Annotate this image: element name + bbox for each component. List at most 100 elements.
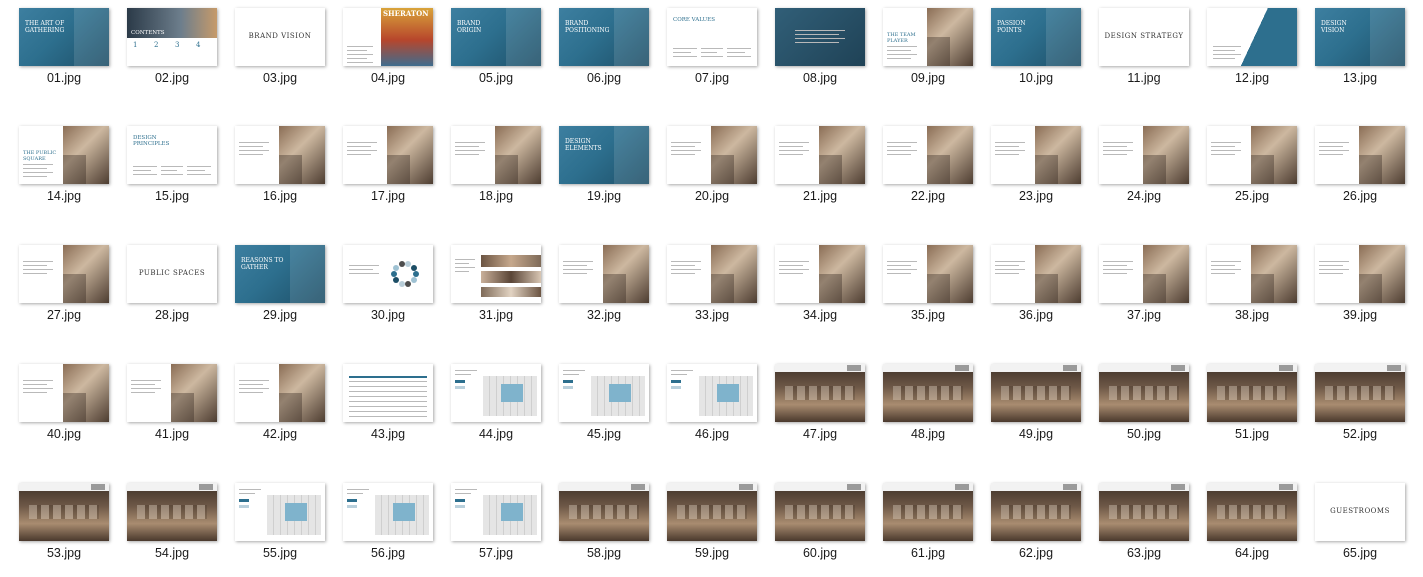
file-thumbnail[interactable]: DESIGN PRINCIPLES <box>127 126 217 184</box>
file-item[interactable]: 49.jpg <box>991 364 1099 444</box>
file-item[interactable]: 08.jpg <box>775 8 883 88</box>
file-thumbnail[interactable]: PUBLIC SPACES <box>127 245 217 303</box>
file-item[interactable]: 61.jpg <box>883 483 991 563</box>
file-item[interactable]: 20.jpg <box>667 126 775 206</box>
file-thumbnail[interactable] <box>559 483 649 541</box>
file-thumbnail[interactable] <box>775 364 865 422</box>
file-item[interactable]: 23.jpg <box>991 126 1099 206</box>
file-item[interactable]: 47.jpg <box>775 364 883 444</box>
file-thumbnail[interactable] <box>343 483 433 541</box>
file-thumbnail[interactable] <box>451 245 541 303</box>
file-thumbnail[interactable] <box>1315 245 1405 303</box>
file-item[interactable]: 64.jpg <box>1207 483 1315 563</box>
file-thumbnail[interactable] <box>883 126 973 184</box>
file-thumbnail[interactable] <box>127 364 217 422</box>
file-thumbnail[interactable] <box>1099 483 1189 541</box>
file-thumbnail[interactable] <box>667 483 757 541</box>
file-item[interactable]: THE ART OF GATHERING 01.jpg <box>19 8 127 88</box>
file-item[interactable]: DESIGN STRATEGY 11.jpg <box>1099 8 1207 88</box>
file-item[interactable]: 26.jpg <box>1315 126 1423 206</box>
file-item[interactable]: 32.jpg <box>559 245 667 325</box>
file-item[interactable]: 60.jpg <box>775 483 883 563</box>
file-item[interactable]: 54.jpg <box>127 483 235 563</box>
file-item[interactable]: 46.jpg <box>667 364 775 444</box>
file-thumbnail[interactable] <box>991 245 1081 303</box>
file-item[interactable]: 63.jpg <box>1099 483 1207 563</box>
file-item[interactable]: 12.jpg <box>1207 8 1315 88</box>
file-thumbnail[interactable] <box>775 126 865 184</box>
file-item[interactable]: 57.jpg <box>451 483 559 563</box>
file-item[interactable]: 58.jpg <box>559 483 667 563</box>
file-item[interactable]: BRAND VISION 03.jpg <box>235 8 343 88</box>
file-thumbnail[interactable]: GUESTROOMS <box>1315 483 1405 541</box>
file-thumbnail[interactable] <box>667 364 757 422</box>
file-item[interactable]: SHERATON 04.jpg <box>343 8 451 88</box>
file-item[interactable]: DESIGN ELEMENTS 19.jpg <box>559 126 667 206</box>
file-item[interactable]: 59.jpg <box>667 483 775 563</box>
file-thumbnail[interactable] <box>1315 364 1405 422</box>
file-thumbnail[interactable]: CONTENTS 1 2 3 4 <box>127 8 217 66</box>
file-item[interactable]: 52.jpg <box>1315 364 1423 444</box>
file-item[interactable]: DESIGN VISION 13.jpg <box>1315 8 1423 88</box>
file-item[interactable]: 31.jpg <box>451 245 559 325</box>
file-thumbnail[interactable] <box>451 126 541 184</box>
file-thumbnail[interactable] <box>667 245 757 303</box>
file-item[interactable]: 22.jpg <box>883 126 991 206</box>
file-item[interactable]: BRAND ORIGIN 05.jpg <box>451 8 559 88</box>
file-thumbnail[interactable] <box>235 126 325 184</box>
file-thumbnail[interactable] <box>883 245 973 303</box>
file-item[interactable]: 21.jpg <box>775 126 883 206</box>
file-thumbnail[interactable]: BRAND POSITIONING <box>559 8 649 66</box>
file-item[interactable]: 48.jpg <box>883 364 991 444</box>
file-item[interactable]: 27.jpg <box>19 245 127 325</box>
file-item[interactable]: 16.jpg <box>235 126 343 206</box>
file-thumbnail[interactable] <box>775 245 865 303</box>
file-thumbnail[interactable] <box>1207 245 1297 303</box>
file-item[interactable]: THE PUBLIC SQUARE 14.jpg <box>19 126 127 206</box>
file-item[interactable]: 18.jpg <box>451 126 559 206</box>
file-item[interactable]: 55.jpg <box>235 483 343 563</box>
file-thumbnail[interactable] <box>667 126 757 184</box>
file-thumbnail[interactable] <box>19 483 109 541</box>
file-thumbnail[interactable] <box>235 483 325 541</box>
file-item[interactable]: PASSION POINTS 10.jpg <box>991 8 1099 88</box>
file-thumbnail[interactable] <box>775 483 865 541</box>
file-item[interactable]: 41.jpg <box>127 364 235 444</box>
file-thumbnail[interactable]: PASSION POINTS <box>991 8 1081 66</box>
file-thumbnail[interactable] <box>127 483 217 541</box>
file-thumbnail[interactable] <box>1099 126 1189 184</box>
file-item[interactable]: 37.jpg <box>1099 245 1207 325</box>
file-item[interactable]: 45.jpg <box>559 364 667 444</box>
file-thumbnail[interactable]: CORE VALUES <box>667 8 757 66</box>
file-item[interactable]: 33.jpg <box>667 245 775 325</box>
file-thumbnail[interactable] <box>235 364 325 422</box>
file-thumbnail[interactable] <box>991 364 1081 422</box>
file-item[interactable]: 62.jpg <box>991 483 1099 563</box>
file-item[interactable]: CONTENTS 1 2 3 4 02.jpg <box>127 8 235 88</box>
file-thumbnail[interactable]: BRAND VISION <box>235 8 325 66</box>
file-thumbnail[interactable] <box>451 483 541 541</box>
file-thumbnail[interactable]: THE ART OF GATHERING <box>19 8 109 66</box>
file-item[interactable]: 56.jpg <box>343 483 451 563</box>
file-thumbnail[interactable] <box>1207 126 1297 184</box>
file-thumbnail[interactable] <box>19 245 109 303</box>
file-item[interactable]: 40.jpg <box>19 364 127 444</box>
file-thumbnail[interactable] <box>1207 364 1297 422</box>
file-item[interactable]: CORE VALUES 07.jpg <box>667 8 775 88</box>
file-thumbnail[interactable] <box>343 245 433 303</box>
file-item[interactable]: 53.jpg <box>19 483 127 563</box>
file-thumbnail[interactable]: DESIGN VISION <box>1315 8 1405 66</box>
file-thumbnail[interactable] <box>1315 126 1405 184</box>
file-item[interactable]: REASONS TO GATHER 29.jpg <box>235 245 343 325</box>
file-item[interactable]: BRAND POSITIONING 06.jpg <box>559 8 667 88</box>
file-item[interactable]: 39.jpg <box>1315 245 1423 325</box>
file-item[interactable]: 35.jpg <box>883 245 991 325</box>
file-item[interactable]: 30.jpg <box>343 245 451 325</box>
file-thumbnail[interactable] <box>1099 245 1189 303</box>
file-thumbnail[interactable]: DESIGN STRATEGY <box>1099 8 1189 66</box>
file-thumbnail[interactable]: THE TEAM PLAYER <box>883 8 973 66</box>
file-thumbnail[interactable] <box>775 8 865 66</box>
file-thumbnail[interactable] <box>883 364 973 422</box>
file-item[interactable]: 38.jpg <box>1207 245 1315 325</box>
file-thumbnail[interactable] <box>559 364 649 422</box>
